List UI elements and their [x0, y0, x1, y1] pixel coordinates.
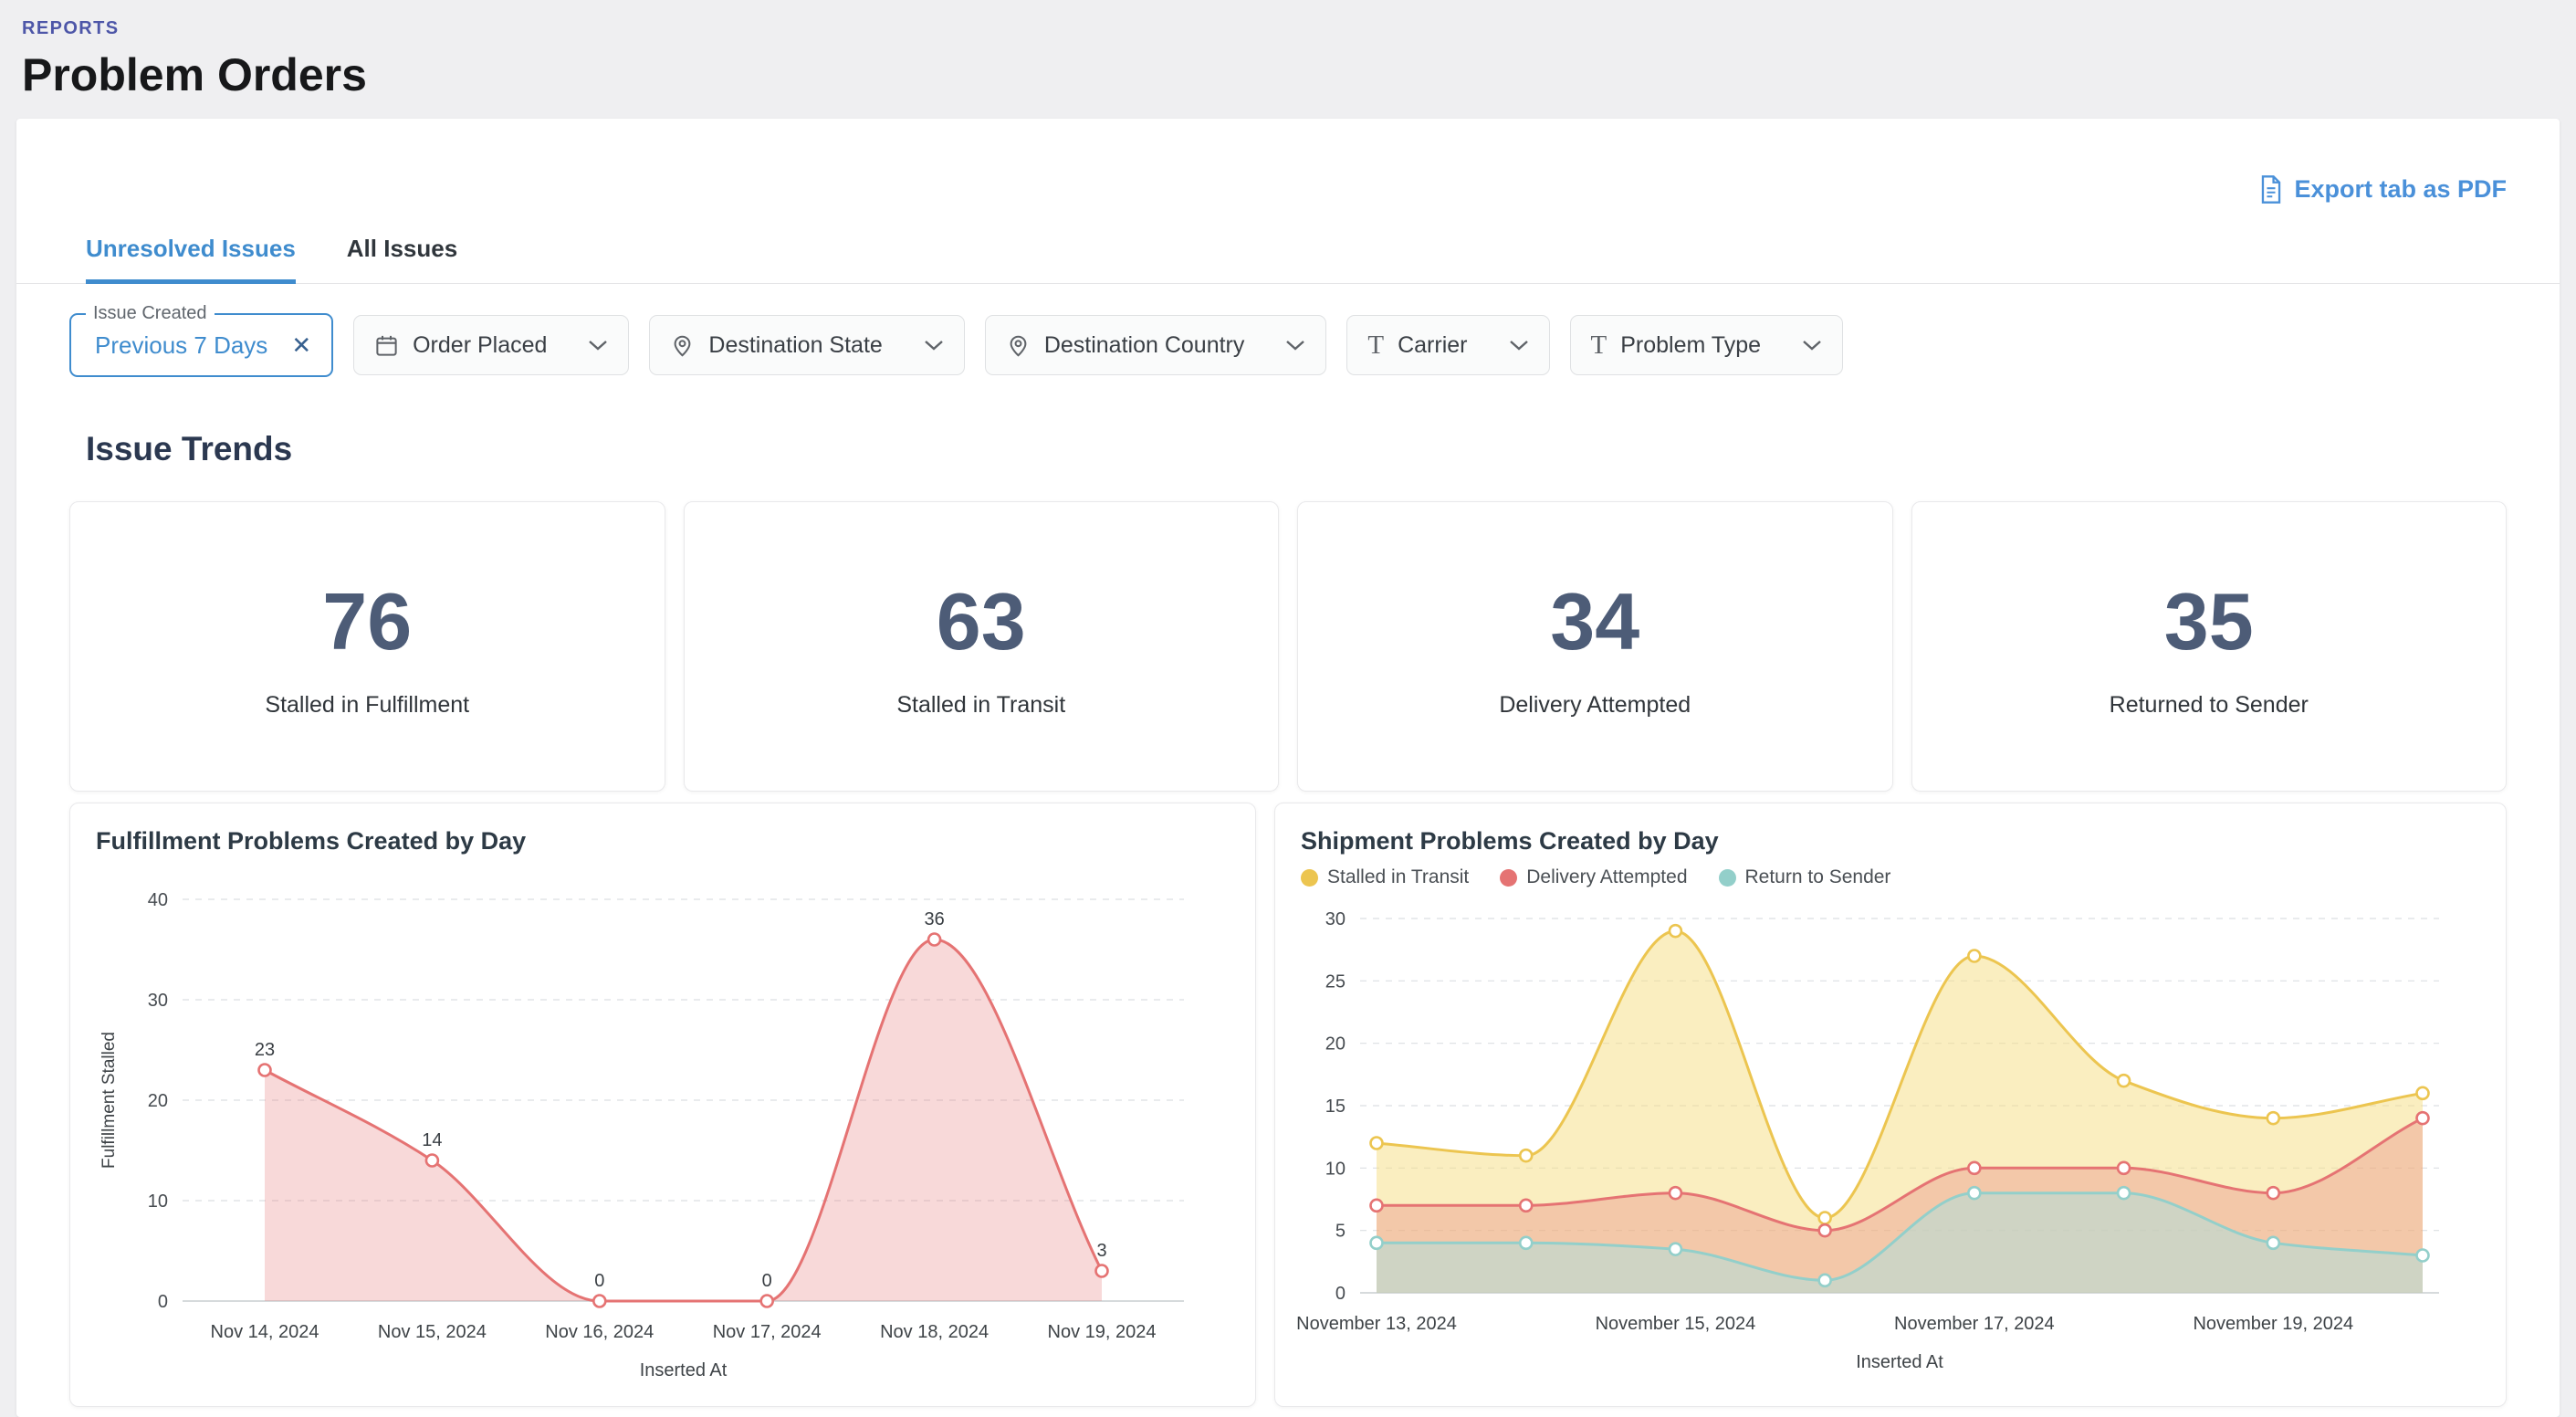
file-pdf-icon	[2259, 175, 2283, 204]
svg-text:Nov 19, 2024: Nov 19, 2024	[1048, 1322, 1157, 1342]
breadcrumb[interactable]: REPORTS	[22, 18, 2576, 39]
legend-dot-icon	[1500, 869, 1517, 887]
chart-title: Shipment Problems Created by Day	[1301, 827, 2480, 855]
legend-label: Return to Sender	[1745, 866, 1891, 888]
filter-order-placed[interactable]: Order Placed	[353, 315, 629, 375]
area-chart: 051015202530November 13, 2024November 15…	[1301, 896, 2480, 1380]
legend-item-delivery-attempted[interactable]: Delivery Attempted	[1500, 866, 1687, 888]
svg-text:10: 10	[1325, 1159, 1346, 1179]
section-title-issue-trends: Issue Trends	[16, 430, 2560, 468]
svg-text:Inserted At: Inserted At	[640, 1360, 728, 1380]
tab-bar: Unresolved Issues All Issues	[16, 235, 2560, 284]
svg-text:Nov 18, 2024: Nov 18, 2024	[880, 1322, 989, 1342]
stat-label: Returned to Sender	[2110, 692, 2309, 719]
chart-legend: Stalled in Transit Delivery Attempted Re…	[1301, 866, 2480, 888]
location-pin-icon	[1006, 333, 1031, 358]
page-title: Problem Orders	[22, 48, 2576, 101]
stat-label: Stalled in Fulfillment	[265, 692, 469, 719]
legend-item-return-to-sender[interactable]: Return to Sender	[1719, 866, 1891, 888]
filter-problem-type[interactable]: T Problem Type	[1570, 315, 1844, 375]
svg-text:0: 0	[158, 1292, 168, 1312]
filter-destination-state[interactable]: Destination State	[649, 315, 964, 375]
filter-bar: Issue Created Previous 7 Days ✕ Order Pl…	[16, 313, 2560, 377]
svg-text:November 13, 2024: November 13, 2024	[1296, 1314, 1457, 1334]
legend-item-stalled-in-transit[interactable]: Stalled in Transit	[1301, 866, 1469, 888]
legend-label: Stalled in Transit	[1327, 866, 1469, 888]
svg-text:30: 30	[1325, 909, 1346, 929]
stat-card-returned-to-sender: 35 Returned to Sender	[1911, 501, 2508, 792]
svg-text:Inserted At: Inserted At	[1856, 1352, 1943, 1372]
chevron-down-icon	[588, 340, 608, 351]
shipment-problems-chart-card: Shipment Problems Created by Day Stalled…	[1274, 803, 2507, 1407]
filter-issue-created-label: Issue Created	[86, 303, 215, 324]
tab-all-issues[interactable]: All Issues	[347, 235, 457, 283]
calendar-icon	[374, 333, 399, 358]
chevron-down-icon	[924, 340, 944, 351]
svg-text:10: 10	[148, 1191, 168, 1212]
report-card: Export tab as PDF Unresolved Issues All …	[16, 119, 2560, 1417]
stats-row: 76 Stalled in Fulfillment 63 Stalled in …	[16, 501, 2560, 792]
chevron-down-icon	[1285, 340, 1305, 351]
filter-destination-country[interactable]: Destination Country	[985, 315, 1327, 375]
svg-text:20: 20	[1325, 1034, 1346, 1055]
svg-text:0: 0	[762, 1271, 772, 1291]
svg-text:3: 3	[1096, 1241, 1106, 1261]
svg-text:Nov 15, 2024: Nov 15, 2024	[378, 1322, 487, 1342]
svg-text:0: 0	[1335, 1284, 1346, 1304]
svg-text:5: 5	[1335, 1222, 1346, 1242]
svg-text:Nov 14, 2024: Nov 14, 2024	[211, 1322, 319, 1342]
area-chart: 010203040Nov 14, 2024Nov 15, 2024Nov 16,…	[96, 863, 1230, 1388]
charts-row: Fulfillment Problems Created by Day 0 10 2…	[16, 803, 2560, 1407]
close-icon[interactable]: ✕	[291, 333, 311, 357]
export-pdf-button[interactable]: Export tab as PDF	[2259, 175, 2507, 204]
filter-carrier[interactable]: T Carrier	[1346, 315, 1549, 375]
shipment-problems-chart: 051015202530November 13, 2024November 15…	[1301, 896, 2480, 1384]
filter-problem-type-label: Problem Type	[1620, 332, 1761, 359]
svg-text:Fulfillment Stalled: Fulfillment Stalled	[99, 1032, 119, 1169]
stat-value: 35	[2164, 575, 2254, 668]
svg-text:Nov 16, 2024: Nov 16, 2024	[545, 1322, 654, 1342]
fulfillment-problems-chart: 010203040Nov 14, 2024Nov 15, 2024Nov 16,…	[96, 863, 1230, 1392]
stat-value: 34	[1550, 575, 1639, 668]
svg-text:0: 0	[594, 1271, 604, 1291]
svg-text:36: 36	[924, 909, 944, 929]
svg-text:14: 14	[422, 1130, 442, 1150]
svg-text:November 19, 2024: November 19, 2024	[2193, 1314, 2353, 1334]
svg-text:40: 40	[148, 890, 168, 910]
svg-text:23: 23	[255, 1040, 275, 1060]
page-header: REPORTS Problem Orders	[0, 0, 2576, 119]
svg-text:November 15, 2024: November 15, 2024	[1596, 1314, 1756, 1334]
svg-text:15: 15	[1325, 1097, 1346, 1117]
filter-issue-created[interactable]: Issue Created Previous 7 Days ✕	[69, 313, 333, 377]
legend-dot-icon	[1719, 869, 1736, 887]
svg-text:November 17, 2024: November 17, 2024	[1894, 1314, 2055, 1334]
chart-title: Fulfillment Problems Created by Day	[96, 827, 1230, 855]
text-type-icon: T	[1591, 331, 1607, 361]
chevron-down-icon	[1509, 340, 1529, 351]
stat-card-stalled-in-fulfillment: 76 Stalled in Fulfillment	[69, 501, 665, 792]
stat-card-delivery-attempted: 34 Delivery Attempted	[1297, 501, 1893, 792]
chevron-down-icon	[1802, 340, 1822, 351]
filter-destination-country-label: Destination Country	[1044, 332, 1245, 359]
stat-value: 76	[322, 575, 412, 668]
fulfillment-problems-chart-card: Fulfillment Problems Created by Day 0 10 2…	[69, 803, 1256, 1407]
stat-label: Delivery Attempted	[1499, 692, 1691, 719]
text-type-icon: T	[1367, 331, 1384, 361]
tab-unresolved-issues[interactable]: Unresolved Issues	[86, 235, 296, 284]
location-pin-icon	[670, 333, 695, 358]
stat-card-stalled-in-transit: 63 Stalled in Transit	[684, 501, 1280, 792]
filter-destination-state-label: Destination State	[708, 332, 882, 359]
export-pdf-label: Export tab as PDF	[2294, 175, 2507, 204]
filter-carrier-label: Carrier	[1398, 332, 1467, 359]
filter-order-placed-label: Order Placed	[413, 332, 547, 359]
filter-issue-created-value[interactable]: Previous 7 Days	[95, 331, 267, 360]
stat-value: 63	[937, 575, 1026, 668]
svg-text:25: 25	[1325, 971, 1346, 992]
svg-text:30: 30	[148, 991, 168, 1011]
legend-label: Delivery Attempted	[1526, 866, 1687, 888]
stat-label: Stalled in Transit	[896, 692, 1065, 719]
svg-text:Nov 17, 2024: Nov 17, 2024	[713, 1322, 822, 1342]
svg-text:20: 20	[148, 1091, 168, 1111]
legend-dot-icon	[1301, 869, 1318, 887]
